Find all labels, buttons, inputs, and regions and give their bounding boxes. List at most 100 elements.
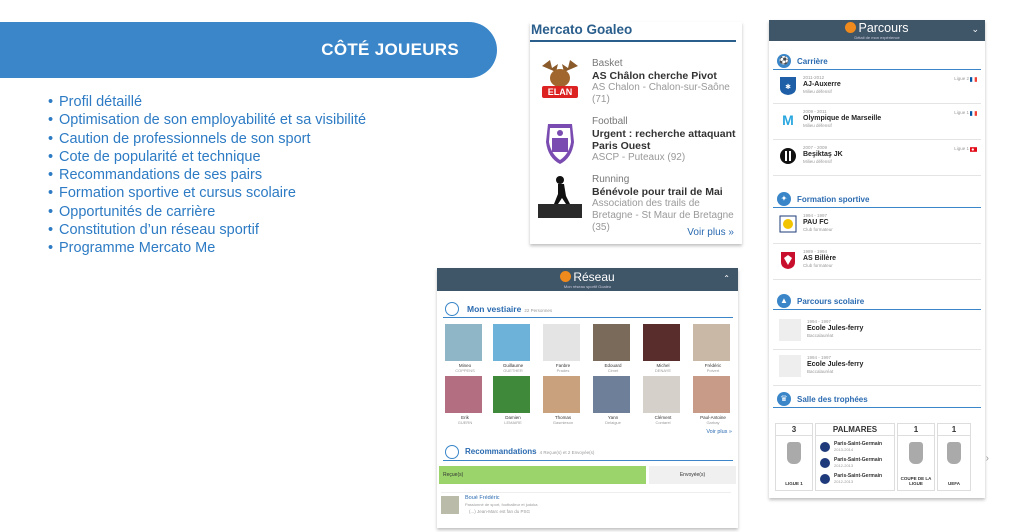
- svg-text:M: M: [782, 112, 794, 128]
- feature-item: • Cote de popularité et technique: [48, 148, 261, 165]
- recommender-name[interactable]: Boué Frédéric: [465, 495, 500, 501]
- trophy-palmares[interactable]: PALMARES Paris-Saint-Germain 2013-2014 Pa…: [815, 423, 895, 491]
- ascp-crest-logo: [546, 124, 574, 164]
- school-placeholder-icon: [779, 319, 801, 341]
- offer-sport: Football: [592, 116, 628, 127]
- psg-crest-icon: [820, 474, 830, 484]
- offer-sport: Running: [592, 174, 630, 185]
- person-card[interactable]: Yann Delaigue: [593, 376, 633, 428]
- career-row[interactable]: M 2009 - 2011 Olympique de Marseille Mil…: [773, 106, 981, 140]
- school-placeholder-icon: [779, 355, 801, 377]
- mercato-more-link[interactable]: Voir plus »: [687, 227, 734, 238]
- person-card[interactable]: Frédéric Poivert: [693, 324, 733, 376]
- locker-icon: [445, 302, 459, 316]
- parcours-title: Parcours: [858, 21, 909, 35]
- person-card[interactable]: Edouard Cimet: [593, 324, 633, 376]
- slide: CÔTÉ JOUEURS • Profil détaillé • Optimisat…: [0, 0, 1024, 532]
- banner-title: CÔTÉ JOUEURS: [321, 40, 459, 59]
- person-card[interactable]: Paul-Antoine Garbay: [693, 376, 733, 428]
- mercato-offer[interactable]: Running Bénévole pour trail de Mai Assoc…: [530, 174, 742, 234]
- person-card[interactable]: Fanbre Prades: [543, 324, 583, 376]
- training-icon: ✦: [777, 192, 791, 206]
- section-trophees: ♛ Salle des trophées: [773, 392, 981, 408]
- feature-item: • Recommandations de ses pairs: [48, 167, 263, 184]
- auxerre-crest-icon: ✱: [780, 77, 796, 95]
- tab-recues[interactable]: Reçue(s): [439, 466, 646, 484]
- mercato-offer[interactable]: Football Urgent : recherche attaquant Pa…: [530, 116, 742, 176]
- trophy-ligue1[interactable]: 3 LIGUE 1: [775, 423, 813, 491]
- reco-tabs: Reçue(s) Envoyée(s): [439, 466, 736, 484]
- tab-envoyees[interactable]: Envoyée(s): [649, 466, 736, 484]
- reseau-title: Réseau: [573, 270, 615, 284]
- feature-item: • Constitution d’un réseau sportif: [48, 222, 259, 239]
- vestiaire-more-link[interactable]: Voir plus »: [706, 429, 732, 435]
- career-row[interactable]: ✱ 2011-2012 AJ-Auxerre Milieu défensif L…: [773, 72, 981, 104]
- feature-item: • Profil détaillé: [48, 94, 143, 110]
- feature-item: • Opportunités de carrière: [48, 203, 216, 220]
- runner-silhouette: [538, 176, 582, 218]
- psg-crest-icon: [820, 442, 830, 452]
- chevron-up-icon[interactable]: ⌃: [723, 274, 730, 283]
- feature-item: • Programme Mercato Me: [48, 240, 216, 257]
- reseau-header[interactable]: Réseau Mon réseau sportif Goaleo ⌃: [437, 268, 738, 291]
- trophy-cup-icon: [947, 442, 961, 464]
- recommendation-item[interactable]: Boué Frédéric Passionné de sport, footba…: [441, 492, 731, 522]
- feature-list: • Profil détaillé • Optimisation de son em…: [48, 93, 366, 258]
- besiktas-crest-icon: [780, 148, 796, 164]
- thumbs-up-icon: [445, 445, 459, 459]
- trophy-shelf: 3 LIGUE 1 PALMARES Paris-Saint-Germain 20…: [775, 423, 989, 491]
- school-row[interactable]: 1994 - 1997 Ecole Jules-ferry Baccalauré…: [773, 352, 981, 386]
- person-card[interactable]: Guillaume GUETHER: [493, 324, 533, 376]
- offer-location: AS Chalon - Chalon-sur-Saône (71): [592, 82, 730, 105]
- person-card[interactable]: Clément Contarel: [643, 376, 683, 428]
- psg-crest-icon: [820, 458, 830, 468]
- section-scolaire: ▲ Parcours scolaire: [773, 294, 981, 310]
- parcours-subtitle: Détail de mon expérience: [854, 35, 900, 40]
- chevron-right-icon[interactable]: ›: [986, 453, 989, 464]
- offer-headline[interactable]: AS Châlon cherche Pivot: [592, 70, 742, 82]
- training-row[interactable]: 1994 - 1997 PAU FC Club formateur: [773, 210, 981, 244]
- trophy-icon: ♛: [777, 392, 791, 406]
- as-billere-crest-icon: [781, 252, 795, 269]
- offer-headline[interactable]: Bénévole pour trail de Mai: [592, 186, 742, 198]
- trophy-coupe[interactable]: 1 COUPE DE LA LIGUE: [897, 423, 935, 491]
- reseau-subtitle: Mon réseau sportif Goaleo: [563, 284, 612, 289]
- offer-location: ASCP - Puteaux (92): [592, 152, 686, 163]
- avatar: [441, 496, 459, 514]
- mercato-panel: Mercato Goaleo ELAN Basket AS Châlon che…: [530, 22, 742, 244]
- offer-sport: Basket: [592, 58, 623, 69]
- feature-item: • Formation sportive et cursus scolaire: [48, 185, 296, 202]
- goaleo-logo-icon: [845, 22, 857, 33]
- flag-turkey-icon: [970, 147, 977, 152]
- person-card[interactable]: Damien LEMAIRE: [493, 376, 533, 428]
- chevron-down-icon[interactable]: ⌄: [971, 24, 979, 35]
- offer-headline[interactable]: Urgent : recherche attaquant Paris Ouest: [592, 128, 742, 152]
- graduation-cap-icon: ▲: [777, 294, 791, 308]
- section-carriere: ⚽ Carrière: [773, 54, 981, 70]
- career-row[interactable]: 2007 - 2009 Beşiktaş JK Milieu défensif …: [773, 142, 981, 176]
- vestiaire-section: Mon vestiaire 22 Personnes: [443, 302, 733, 318]
- person-card[interactable]: Mineo COPPENS: [445, 324, 485, 376]
- om-crest-icon: M: [782, 112, 794, 128]
- section-formation: ✦ Formation sportive: [773, 192, 981, 208]
- feature-item: • Optimisation de son employabilité et sa…: [48, 112, 367, 129]
- flag-france-icon: [970, 111, 977, 116]
- school-row[interactable]: 1994 - 1997 Ecole Jules-ferry Baccalauré…: [773, 316, 981, 350]
- trophy-cup-icon: [787, 442, 801, 464]
- person-card[interactable]: Michel DENAYE: [643, 324, 683, 376]
- recommender-role: Passionné de sport, footballeur et judok…: [465, 502, 538, 507]
- trophy-uefa[interactable]: 1 UEFA: [937, 423, 971, 491]
- feature-item: • Caution de professionnels de son sport: [48, 130, 311, 147]
- flag-france-icon: [970, 77, 977, 82]
- person-card[interactable]: Erik GUERN: [445, 376, 485, 428]
- svg-text:ELAN: ELAN: [548, 87, 573, 97]
- svg-text:✱: ✱: [785, 83, 791, 91]
- reseau-panel: Réseau Mon réseau sportif Goaleo ⌃ Mon v…: [437, 268, 738, 528]
- training-row[interactable]: 1989 - 1994 AS Billère Club formateur: [773, 246, 981, 280]
- mercato-title: Mercato Goaleo: [530, 22, 736, 42]
- person-card[interactable]: Thomas Gasmieson: [543, 376, 583, 428]
- pau-fc-crest-icon: [779, 215, 797, 233]
- recommandations-section: Recommandations 4 Reçue(s) et 2 Envoyée(s…: [443, 445, 733, 461]
- parcours-header[interactable]: Parcours Détail de mon expérience ⌄: [769, 20, 985, 41]
- mercato-offer[interactable]: ELAN Basket AS Châlon cherche Pivot AS C…: [530, 58, 742, 118]
